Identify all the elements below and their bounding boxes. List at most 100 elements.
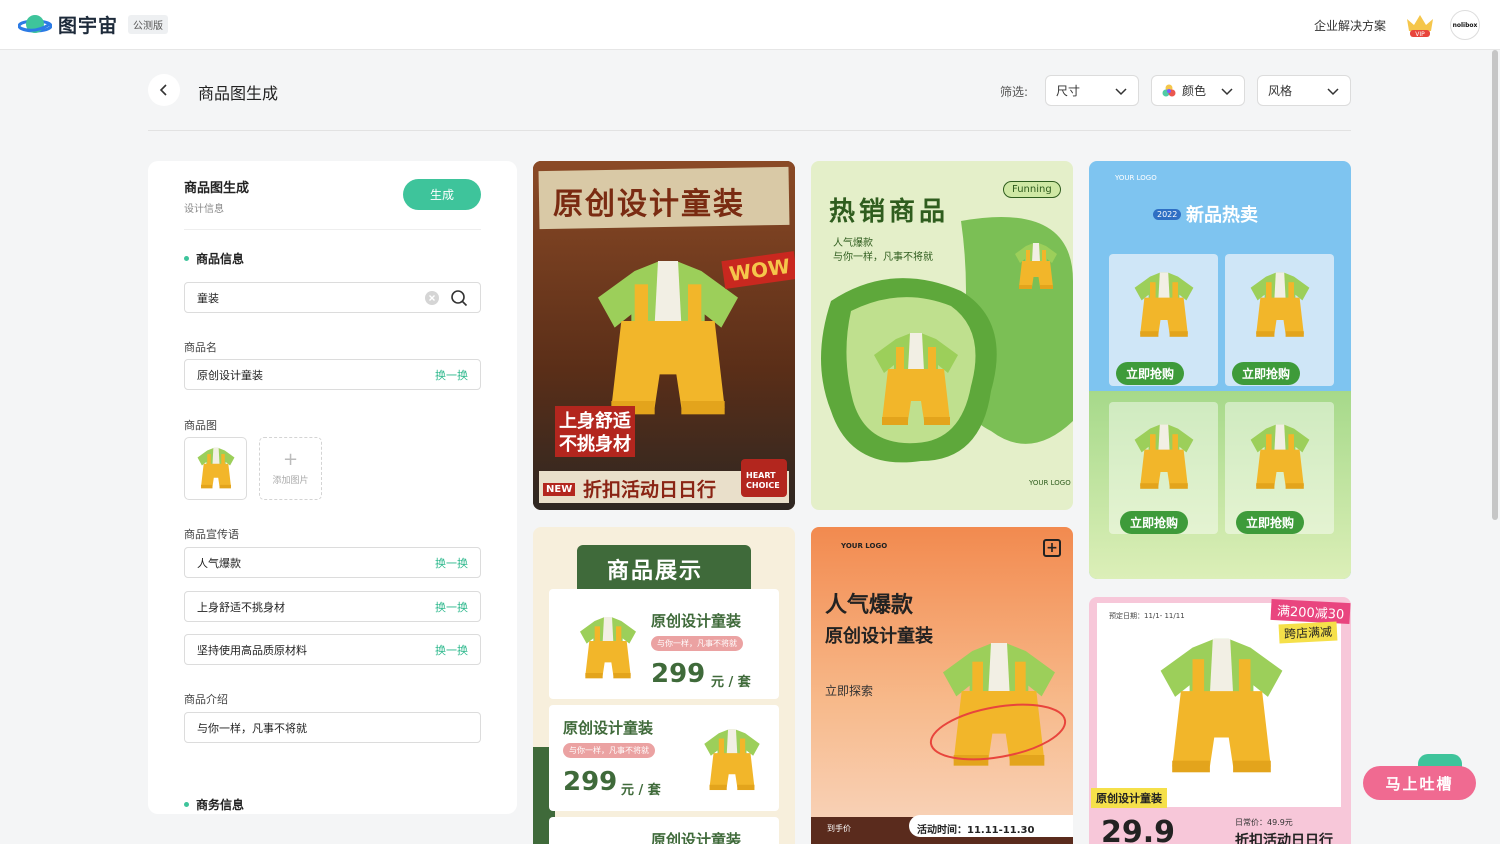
card-title: 新品热卖 <box>1186 205 1258 226</box>
product-price: 29.9 <box>1101 815 1176 844</box>
planet-logo-icon <box>18 14 52 33</box>
product-price: 299 <box>651 659 706 689</box>
plus-icon: + <box>282 449 299 470</box>
price-unit: 元 / 套 <box>621 783 661 798</box>
buy-now-button[interactable]: 立即抢购 <box>1236 511 1305 534</box>
product-name-label: 商品名 <box>184 341 217 354</box>
plus-icon[interactable]: + <box>1043 539 1061 557</box>
preorder-date: 预定日期：11/1- 11/11 <box>1109 612 1185 620</box>
template-card-5[interactable]: YOUR LOGO + 人气爆款 原创设计童装 立即探索 到手价 活动时间：11… <box>811 527 1073 844</box>
outfit-image <box>1129 261 1199 351</box>
clear-icon[interactable] <box>424 290 440 306</box>
section-dot-icon <box>184 256 189 261</box>
intro-value: 与你一样，凡事不将就 <box>197 721 307 735</box>
heart-text-1: HEART <box>746 471 776 480</box>
vip-crown-icon[interactable]: VIP <box>1404 11 1436 39</box>
new-badge: NEW <box>543 483 576 496</box>
color-wheel-icon <box>1162 84 1176 96</box>
color-filter-select[interactable]: 颜色 <box>1151 75 1245 106</box>
swap-button[interactable]: 换一换 <box>435 367 468 383</box>
product-name-tag: 原创设计童装 <box>1091 788 1167 808</box>
style-filter-label: 风格 <box>1268 84 1293 98</box>
card-line-2: 不挑身材 <box>555 429 635 457</box>
logo-text: 图宇宙 <box>58 15 119 37</box>
beta-badge: 公测版 <box>128 15 169 34</box>
section-title: 商务信息 <box>196 798 245 812</box>
page-title: 商品图生成 <box>198 84 279 103</box>
design-info-panel: 商品图生成 设计信息 生成 商品信息 商品名 原创设计童装 换一换 商品图 + … <box>148 161 517 814</box>
card-title: 原创设计童装 <box>553 187 745 222</box>
generate-button[interactable]: 生成 <box>403 179 481 210</box>
product-price: 299 <box>563 767 618 797</box>
card-sub-2: 与你一样，凡事不将就 <box>833 252 933 263</box>
slogan-field-2[interactable]: 上身舒适不挑身材 换一换 <box>184 591 481 622</box>
card-title: 商品展示 <box>607 559 704 584</box>
card-logo: YOUR LOGO <box>1115 174 1157 182</box>
search-input[interactable] <box>197 291 397 304</box>
product-name: 原创设计童装 <box>651 612 742 630</box>
swap-button[interactable]: 换一换 <box>435 642 468 658</box>
heart-text-2: CHOICE <box>746 481 780 490</box>
filter-label: 筛选: <box>1000 85 1029 99</box>
slogan-field-3[interactable]: 坚持使用高品质原材料 换一换 <box>184 634 481 665</box>
product-slogan: 与你一样，凡事不将就 <box>563 743 655 758</box>
enterprise-solutions-link[interactable]: 企业解决方案 <box>1314 17 1386 34</box>
price-unit: 元 / 套 <box>711 675 751 690</box>
buy-now-button[interactable]: 立即抢购 <box>1232 362 1301 385</box>
intro-label: 商品介绍 <box>184 693 228 706</box>
logo[interactable]: 图宇宙 公测版 <box>18 11 169 38</box>
chevron-down-icon <box>1327 87 1339 95</box>
outfit-image-small <box>1011 237 1061 297</box>
card-title-2: 原创设计童装 <box>825 626 933 647</box>
user-avatar[interactable]: nolibox <box>1450 10 1480 40</box>
card-title-1: 人气爆款 <box>825 593 914 618</box>
product-slogan: 与你一样，凡事不将就 <box>651 636 743 651</box>
chevron-down-icon <box>1221 87 1233 95</box>
product-name-value: 原创设计童装 <box>197 368 263 382</box>
orbit-ring <box>929 703 1067 761</box>
swap-button[interactable]: 换一换 <box>435 555 468 571</box>
buy-now-button[interactable]: 立即抢购 <box>1116 362 1185 385</box>
year-badge: 2022 <box>1153 209 1182 220</box>
add-image-button[interactable]: + 添加图片 <box>259 437 322 500</box>
slogan-field-1[interactable]: 人气爆款 换一换 <box>184 547 481 578</box>
size-filter-label: 尺寸 <box>1056 84 1081 98</box>
card-logo: YOUR LOGO <box>841 542 888 550</box>
product-name: 原创设计童装 <box>651 831 742 844</box>
buy-now-button[interactable]: 立即抢购 <box>1120 511 1189 534</box>
color-filter-label: 颜色 <box>1182 84 1207 98</box>
header-divider <box>148 130 1351 131</box>
original-price: 日常价：49.9元 <box>1235 818 1293 827</box>
slogan-label: 商品宣传语 <box>184 528 239 541</box>
feedback-button[interactable]: 马上吐槽 <box>1363 766 1476 800</box>
template-card-2[interactable]: 热销商品 Funning 人气爆款 与你一样，凡事不将就 YOUR LOGO <box>811 161 1073 510</box>
search-field[interactable] <box>184 282 481 313</box>
slogan-value: 人气爆款 <box>197 556 241 570</box>
intro-field[interactable]: 与你一样，凡事不将就 <box>184 712 481 743</box>
explore-link[interactable]: 立即探索 <box>825 682 873 699</box>
template-card-4[interactable]: 商品展示 原创设计童装 与你一样，凡事不将就 299 元 / 套 原创设计童装 … <box>533 527 795 844</box>
outfit-image <box>866 321 966 441</box>
outfit-image <box>699 721 765 801</box>
size-filter-select[interactable]: 尺寸 <box>1045 75 1139 106</box>
search-icon[interactable] <box>450 289 468 307</box>
card-bottom-text: 折扣活动日日行 <box>583 479 717 501</box>
outfit-image <box>573 609 643 689</box>
panel-subtitle: 设计信息 <box>184 204 224 215</box>
vip-label: VIP <box>1415 31 1425 38</box>
slogan-value: 坚持使用高品质原材料 <box>197 643 307 657</box>
swap-button[interactable]: 换一换 <box>435 599 468 615</box>
template-card-6[interactable]: 预定日期：11/1- 11/11 满200减30 跨店满减 原创设计童装 29.… <box>1089 597 1351 844</box>
product-info-section: 商品信息 <box>184 250 244 267</box>
product-name-field[interactable]: 原创设计童装 换一换 <box>184 359 481 390</box>
section-title: 商品信息 <box>196 252 245 266</box>
price-label: 到手价 <box>827 824 851 833</box>
page-scrollbar[interactable] <box>1492 50 1498 520</box>
template-card-1[interactable]: 原创设计童装 WOW 上身舒适 不挑身材 NEW 折扣活动日日行 HEART C… <box>533 161 795 510</box>
product-image-thumbnail[interactable] <box>184 437 247 500</box>
back-button[interactable] <box>148 74 180 106</box>
card-title: 热销商品 <box>829 197 950 227</box>
style-filter-select[interactable]: 风格 <box>1257 75 1351 106</box>
card-logo: YOUR LOGO <box>1029 479 1071 487</box>
template-card-3[interactable]: YOUR LOGO 2022 新品热卖 立即抢购 立即抢购 立即抢购 立即抢购 <box>1089 161 1351 579</box>
